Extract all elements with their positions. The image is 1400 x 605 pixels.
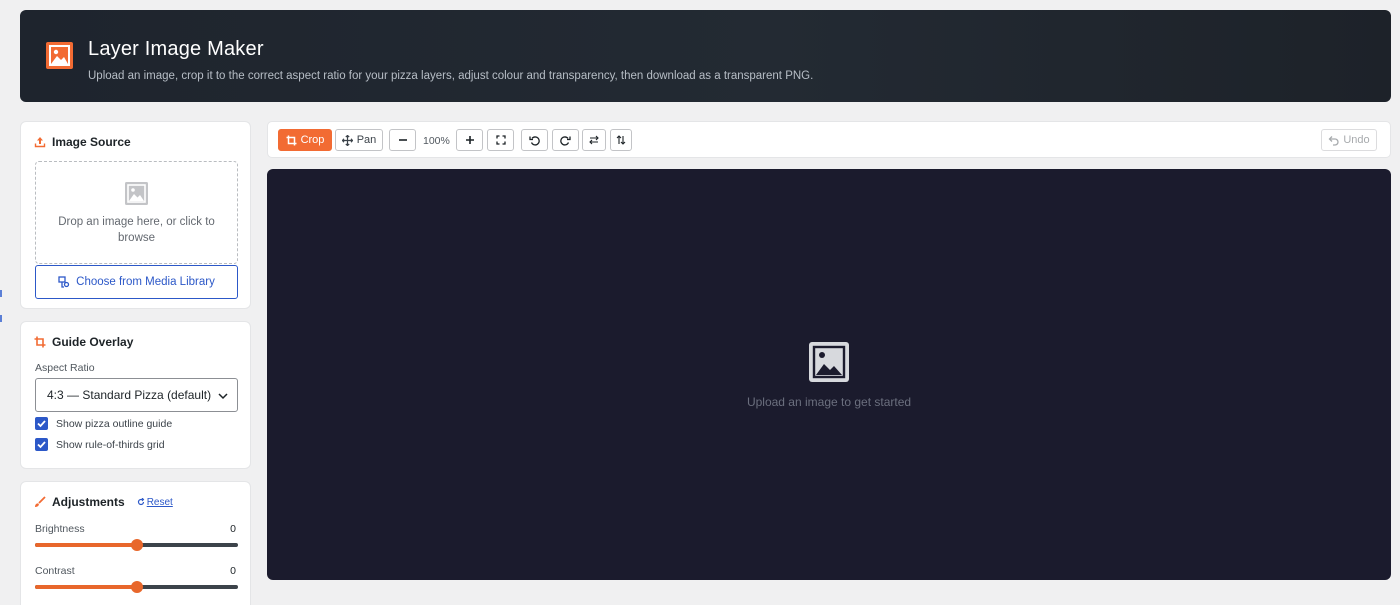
- thirds-grid-label: Show rule-of-thirds grid: [56, 438, 165, 451]
- flip-vertical-icon: [616, 135, 626, 145]
- reset-icon: [137, 498, 144, 506]
- canvas-empty-message: Upload an image to get started: [746, 395, 912, 409]
- image-source-title: Image Source: [52, 135, 131, 149]
- rotate-right-icon: [560, 135, 571, 146]
- media-library-label: Choose from Media Library: [76, 276, 215, 288]
- aspect-ratio-select[interactable]: 4:3 — Standard Pizza (default): [35, 378, 238, 412]
- pan-button[interactable]: Pan: [335, 129, 383, 151]
- rotate-right-button[interactable]: [552, 129, 579, 151]
- check-icon: [37, 420, 46, 428]
- chevron-down-icon: [218, 393, 228, 400]
- plus-icon: [465, 136, 474, 144]
- reset-link[interactable]: Reset: [137, 497, 173, 508]
- flip-vertical-button[interactable]: [610, 129, 632, 151]
- rotate-left-button[interactable]: [521, 129, 548, 151]
- crop-icon: [286, 135, 297, 145]
- edge-marker: [0, 315, 2, 322]
- image-placeholder-icon: [125, 182, 148, 205]
- adjustments-panel: Adjustments Reset Brightness 0 Contrast …: [20, 481, 251, 605]
- guide-overlay-title: Guide Overlay: [52, 335, 134, 349]
- image-source-panel: Image Source Drop an image here, or clic…: [20, 121, 251, 309]
- thirds-grid-toggle[interactable]: Show rule-of-thirds grid: [35, 438, 165, 451]
- media-library-button[interactable]: Choose from Media Library: [35, 265, 238, 299]
- brightness-label: Brightness: [35, 523, 85, 535]
- slider-fill: [35, 585, 137, 589]
- zoom-out-button[interactable]: [389, 129, 416, 151]
- guide-overlay-heading: Guide Overlay: [34, 335, 133, 349]
- thirds-grid-checkbox[interactable]: [35, 438, 48, 451]
- pan-label: Pan: [356, 134, 377, 146]
- adjustments-title: Adjustments: [52, 495, 125, 509]
- image-placeholder-icon: [809, 342, 849, 382]
- upload-icon: [34, 137, 46, 148]
- dropzone-text: Drop an image here, or click to browse: [58, 216, 215, 244]
- image-icon: [46, 42, 73, 69]
- brightness-value: 0: [230, 523, 236, 535]
- contrast-slider[interactable]: [35, 580, 238, 594]
- media-library-icon: [58, 276, 70, 288]
- pizza-outline-label: Show pizza outline guide: [56, 417, 173, 430]
- image-canvas[interactable]: Upload an image to get started: [267, 169, 1391, 580]
- fit-screen-button[interactable]: [487, 129, 514, 151]
- pizza-outline-checkbox[interactable]: [35, 417, 48, 430]
- slider-thumb[interactable]: [130, 539, 143, 551]
- crop-label: Crop: [300, 134, 325, 146]
- crop-icon: [34, 336, 46, 348]
- image-source-heading: Image Source: [34, 135, 131, 149]
- image-dropzone[interactable]: Drop an image here, or click to browse: [35, 161, 238, 264]
- edge-marker: [0, 290, 2, 297]
- page-subtitle: Upload an image, crop it to the correct …: [88, 70, 814, 82]
- aspect-ratio-label: Aspect Ratio: [35, 362, 95, 374]
- slider-thumb[interactable]: [130, 581, 143, 593]
- contrast-value: 0: [230, 565, 236, 577]
- crop-button[interactable]: Crop: [278, 129, 332, 151]
- slider-fill: [35, 543, 137, 547]
- zoom-in-button[interactable]: [456, 129, 483, 151]
- guide-overlay-panel: Guide Overlay Aspect Ratio 4:3 — Standar…: [20, 321, 251, 469]
- flip-horizontal-button[interactable]: [582, 129, 606, 151]
- rotate-left-icon: [529, 135, 540, 146]
- app-header: Layer Image Maker Upload an image, crop …: [20, 10, 1391, 102]
- move-icon: [341, 134, 353, 146]
- brightness-slider[interactable]: [35, 538, 238, 552]
- reset-label: Reset: [146, 496, 173, 508]
- check-icon: [37, 441, 46, 449]
- undo-icon: [1328, 135, 1339, 146]
- minus-icon: [398, 139, 407, 141]
- pizza-outline-toggle[interactable]: Show pizza outline guide: [35, 417, 172, 430]
- brush-icon: [35, 496, 46, 507]
- editor-toolbar: Crop Pan 100% Undo: [267, 121, 1391, 158]
- undo-label: Undo: [1343, 134, 1370, 146]
- zoom-level: 100%: [423, 135, 450, 147]
- fit-screen-icon: [495, 135, 506, 145]
- flip-horizontal-icon: [589, 135, 599, 145]
- contrast-label: Contrast: [35, 565, 75, 577]
- page-title: Layer Image Maker: [88, 38, 264, 60]
- aspect-ratio-value: 4:3 — Standard Pizza (default): [47, 388, 212, 402]
- adjustments-heading: Adjustments Reset: [34, 495, 173, 509]
- undo-button[interactable]: Undo: [1321, 129, 1377, 151]
